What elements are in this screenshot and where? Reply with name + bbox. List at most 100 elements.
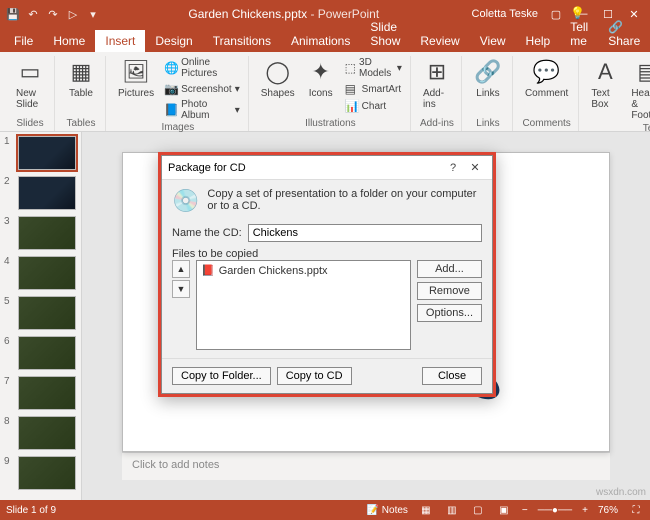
- zoom-slider[interactable]: ──●──: [538, 505, 572, 516]
- addins-icon: ⊞: [423, 58, 451, 86]
- new-slide-button[interactable]: ▭New Slide: [12, 56, 48, 112]
- slideshow-icon[interactable]: ▷: [64, 5, 82, 23]
- thumb-number: 7: [4, 376, 14, 387]
- ribbon-group-comments: 💬Comment Comments: [515, 56, 579, 131]
- cd-icon: 💿: [172, 188, 199, 214]
- tab-insert[interactable]: Insert: [95, 30, 145, 52]
- user-name[interactable]: Coletta Teske: [466, 8, 544, 20]
- copy-to-cd-button[interactable]: Copy to CD: [277, 367, 352, 385]
- pictures-button[interactable]: 🖼Pictures: [114, 56, 158, 101]
- thumbnail-slide-7[interactable]: 7: [4, 376, 77, 410]
- table-button[interactable]: ▦Table: [63, 56, 99, 101]
- reading-view-icon[interactable]: ▢: [470, 505, 486, 516]
- notes-button[interactable]: 📝 Notes: [367, 505, 408, 516]
- qat-more-icon[interactable]: ▾: [84, 5, 102, 23]
- thumb-preview: [18, 456, 76, 490]
- ribbon-group-label: Add-ins: [420, 118, 454, 131]
- smartart-button[interactable]: ▤SmartArt: [343, 81, 404, 97]
- photo-album-button[interactable]: 📘Photo Album ▾: [162, 98, 242, 122]
- cube-icon: ⬚: [345, 61, 356, 75]
- slide-thumbnails-panel[interactable]: 1 2 3 4 5 6 7 8 9: [0, 132, 82, 500]
- thumbnail-slide-3[interactable]: 3: [4, 216, 77, 250]
- tab-home[interactable]: Home: [43, 30, 95, 52]
- thumbnail-slide-5[interactable]: 5: [4, 296, 77, 330]
- addins-button[interactable]: ⊞Add-ins: [419, 56, 455, 112]
- notes-pane[interactable]: Click to add notes: [122, 452, 610, 480]
- header-icon: ▤: [634, 58, 650, 86]
- thumbnail-slide-9[interactable]: 9: [4, 456, 77, 490]
- tab-slideshow[interactable]: Slide Show: [360, 16, 410, 52]
- thumb-number: 4: [4, 256, 14, 267]
- thumbnail-slide-4[interactable]: 4: [4, 256, 77, 290]
- tab-review[interactable]: Review: [410, 30, 469, 52]
- chart-button[interactable]: 📊Chart: [343, 98, 404, 114]
- icons-button[interactable]: ✦Icons: [303, 56, 339, 101]
- file-item[interactable]: 📕Garden Chickens.pptx: [201, 263, 406, 278]
- thumb-number: 1: [4, 136, 14, 147]
- thumb-number: 8: [4, 416, 14, 427]
- thumb-number: 3: [4, 216, 14, 227]
- thumb-number: 9: [4, 456, 14, 467]
- remove-button[interactable]: Remove: [417, 282, 482, 300]
- redo-icon[interactable]: ↷: [44, 5, 62, 23]
- tab-file[interactable]: File: [4, 30, 43, 52]
- tab-view[interactable]: View: [470, 30, 516, 52]
- zoom-in-button[interactable]: +: [582, 505, 588, 516]
- dialog-instruction: Copy a set of presentation to a folder o…: [207, 188, 482, 212]
- links-button[interactable]: 🔗Links: [470, 56, 506, 101]
- tab-design[interactable]: Design: [145, 30, 202, 52]
- screenshot-button[interactable]: 📷Screenshot ▾: [162, 81, 242, 97]
- thumb-preview: [18, 256, 76, 290]
- picture-icon: 🖼: [122, 58, 150, 86]
- zoom-out-button[interactable]: −: [522, 505, 528, 516]
- normal-view-icon[interactable]: ▦: [418, 505, 434, 516]
- tab-tellme[interactable]: 💡 Tell me: [560, 2, 598, 52]
- slideshow-view-icon[interactable]: ▣: [496, 505, 512, 516]
- files-listbox[interactable]: 📕Garden Chickens.pptx: [196, 260, 411, 350]
- tab-animations[interactable]: Animations: [281, 30, 360, 52]
- 3d-models-button[interactable]: ⬚3D Models ▾: [343, 56, 404, 80]
- package-for-cd-dialog: Package for CD ? ✕ 💿 Copy a set of prese…: [158, 152, 496, 397]
- ribbon-group-label: Links: [476, 118, 499, 131]
- status-bar: Slide 1 of 9 📝 Notes ▦ ▥ ▢ ▣ − ──●── + 7…: [0, 500, 650, 520]
- title-bar: 💾 ↶ ↷ ▷ ▾ Garden Chickens.pptx - PowerPo…: [0, 0, 650, 28]
- header-footer-button[interactable]: ▤Header & Footer: [627, 56, 650, 123]
- comment-button[interactable]: 💬Comment: [521, 56, 572, 101]
- online-pictures-button[interactable]: 🌐Online Pictures: [162, 56, 242, 80]
- move-up-button[interactable]: ▲: [172, 260, 190, 278]
- textbox-button[interactable]: AText Box: [587, 56, 623, 112]
- ribbon-group-links: 🔗Links Links: [464, 56, 513, 131]
- icons-icon: ✦: [307, 58, 335, 86]
- copy-to-folder-button[interactable]: Copy to Folder...: [172, 367, 271, 385]
- shapes-button[interactable]: ◯Shapes: [257, 56, 299, 101]
- comment-icon: 💬: [533, 58, 561, 86]
- add-button[interactable]: Add...: [417, 260, 482, 278]
- ribbon-group-label: Comments: [522, 118, 570, 131]
- chart-icon: 📊: [345, 99, 359, 113]
- thumb-preview: [18, 216, 76, 250]
- share-button[interactable]: 🔗 Share: [598, 16, 650, 52]
- thumbnail-slide-1[interactable]: 1: [4, 136, 77, 170]
- dialog-help-button[interactable]: ?: [442, 162, 464, 174]
- fit-icon[interactable]: ⛶: [628, 505, 644, 516]
- thumbnail-slide-6[interactable]: 6: [4, 336, 77, 370]
- dialog-close-button[interactable]: ✕: [464, 161, 486, 174]
- name-cd-label: Name the CD:: [172, 227, 242, 239]
- thumbnail-slide-8[interactable]: 8: [4, 416, 77, 450]
- close-dialog-button[interactable]: Close: [422, 367, 482, 385]
- autosave-icon[interactable]: 💾: [4, 5, 22, 23]
- tab-transitions[interactable]: Transitions: [203, 30, 281, 52]
- name-cd-input[interactable]: [248, 224, 482, 242]
- new-slide-icon: ▭: [16, 58, 44, 86]
- move-down-button[interactable]: ▼: [172, 280, 190, 298]
- tab-help[interactable]: Help: [516, 30, 561, 52]
- undo-icon[interactable]: ↶: [24, 5, 42, 23]
- zoom-level[interactable]: 76%: [598, 505, 618, 516]
- thumbnail-slide-2[interactable]: 2: [4, 176, 77, 210]
- sorter-view-icon[interactable]: ▥: [444, 505, 460, 516]
- thumb-preview: [18, 176, 76, 210]
- shapes-icon: ◯: [264, 58, 292, 86]
- options-button[interactable]: Options...: [417, 304, 482, 322]
- textbox-icon: A: [591, 58, 619, 86]
- ribbon-group-label: Slides: [16, 118, 43, 131]
